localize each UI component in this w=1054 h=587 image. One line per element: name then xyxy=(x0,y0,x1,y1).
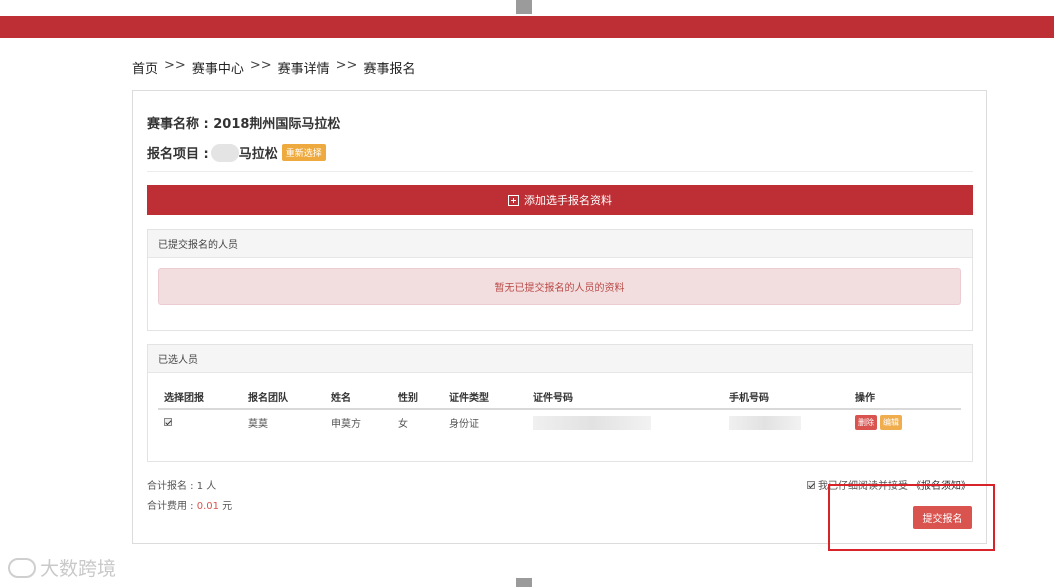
watermark-text: 大数跨境 xyxy=(40,558,117,580)
id-number-cell xyxy=(527,409,723,435)
breadcrumb-separator: >> xyxy=(335,58,358,73)
bottom-scroll-notch xyxy=(516,578,532,587)
event-item-label: 报名项目 : xyxy=(147,147,209,162)
column-header: 手机号码 xyxy=(723,385,849,410)
name-cell: 申莫方 xyxy=(331,419,361,430)
selected-panel: 已选人员 选择团报 报名团队 姓名 性别 证件类型 证件号码 手机号码 操作 莫… xyxy=(147,344,973,462)
column-header: 报名团队 xyxy=(242,385,325,410)
column-header: 证件号码 xyxy=(527,385,723,410)
actions-cell: 删除 编辑 xyxy=(849,409,961,435)
reselect-button[interactable]: 重新选择 xyxy=(281,144,326,161)
total-fee-unit: 元 xyxy=(219,501,233,512)
breadcrumb-event-center[interactable]: 赛事中心 xyxy=(192,58,244,77)
delete-button[interactable]: 删除 xyxy=(855,415,877,430)
highlight-annotation-box xyxy=(828,484,995,551)
watermark-logo-icon xyxy=(8,557,36,578)
breadcrumb-home[interactable]: 首页 xyxy=(132,58,158,77)
gender-cell: 女 xyxy=(398,419,408,430)
table-header-row: 选择团报 报名团队 姓名 性别 证件类型 证件号码 手机号码 操作 xyxy=(158,385,961,410)
breadcrumb: 首页 >> 赛事中心 >> 赛事详情 >> 赛事报名 xyxy=(132,58,415,77)
add-athlete-label: 添加选手报名资料 xyxy=(524,194,612,207)
total-fee-value: 0.01 xyxy=(196,501,219,512)
total-fee: 合计费用 : 0.01 元 xyxy=(147,497,232,512)
breadcrumb-separator: >> xyxy=(164,58,186,73)
agreement-checkbox[interactable] xyxy=(807,480,815,489)
redacted-phone xyxy=(729,415,801,430)
team-select-checkbox[interactable] xyxy=(164,418,172,426)
column-header: 选择团报 xyxy=(158,385,242,410)
event-item: 报名项目 : 马拉松 重新选择 xyxy=(147,143,326,162)
table-row: 莫莫 申莫方 女 身份证 删除 编辑 xyxy=(158,409,961,435)
breadcrumb-separator: >> xyxy=(249,58,272,73)
column-header: 性别 xyxy=(392,385,443,410)
plus-square-icon xyxy=(508,194,519,206)
header-bar xyxy=(0,16,1054,38)
column-header: 证件类型 xyxy=(443,385,527,410)
phone-cell xyxy=(723,409,849,435)
selected-table: 选择团报 报名团队 姓名 性别 证件类型 证件号码 手机号码 操作 莫莫 申莫方… xyxy=(158,385,961,435)
submitted-panel-title: 已提交报名的人员 xyxy=(148,230,972,258)
event-item-value: 马拉松 xyxy=(238,147,278,162)
selected-panel-title: 已选人员 xyxy=(148,345,972,373)
team-select-cell xyxy=(158,409,242,435)
add-athlete-button[interactable]: 添加选手报名资料 xyxy=(147,185,973,215)
column-header: 姓名 xyxy=(325,385,392,410)
column-header: 操作 xyxy=(849,385,961,410)
id-type-cell: 身份证 xyxy=(449,419,479,430)
edit-button[interactable]: 编辑 xyxy=(880,415,902,430)
event-name: 赛事名称 : 2018荆州国际马拉松 xyxy=(147,117,341,132)
breadcrumb-event-detail[interactable]: 赛事详情 xyxy=(278,58,330,77)
redacted-text xyxy=(210,143,239,162)
breadcrumb-current: 赛事报名 xyxy=(363,62,416,77)
total-fee-label: 合计费用 : xyxy=(147,501,197,512)
top-scroll-notch xyxy=(516,0,532,14)
empty-alert: 暂无已提交报名的人员的资料 xyxy=(158,268,961,305)
total-count: 合计报名 : 1 人 xyxy=(147,481,217,492)
divider xyxy=(147,171,973,172)
submitted-panel: 已提交报名的人员 暂无已提交报名的人员的资料 xyxy=(147,229,973,331)
redacted-id-number xyxy=(533,415,651,430)
registration-panel: 赛事名称 : 2018荆州国际马拉松 报名项目 : 马拉松 重新选择 添加选手报… xyxy=(132,90,987,544)
watermark: 大数跨境 xyxy=(8,554,116,581)
team-cell: 莫莫 xyxy=(248,419,268,430)
